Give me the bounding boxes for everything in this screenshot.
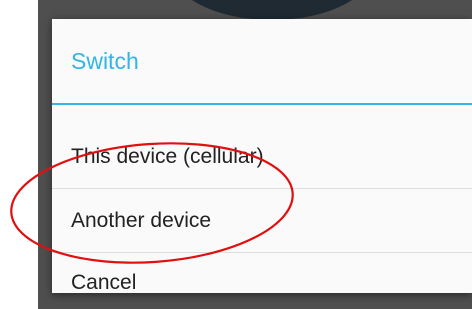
option-this-device[interactable]: This device (cellular) <box>52 125 472 188</box>
option-cancel[interactable]: Cancel <box>52 253 472 294</box>
option-label: Another device <box>71 209 212 232</box>
option-label: Cancel <box>71 271 137 294</box>
background-graphic <box>172 0 372 20</box>
option-another-device[interactable]: Another device <box>52 189 472 252</box>
dialog-title: Switch <box>71 48 139 74</box>
option-label: This device (cellular) <box>71 145 264 168</box>
title-divider <box>52 103 472 105</box>
switch-dialog: Switch This device (cellular) Another de… <box>52 19 472 294</box>
app-background: Switch This device (cellular) Another de… <box>38 0 472 309</box>
